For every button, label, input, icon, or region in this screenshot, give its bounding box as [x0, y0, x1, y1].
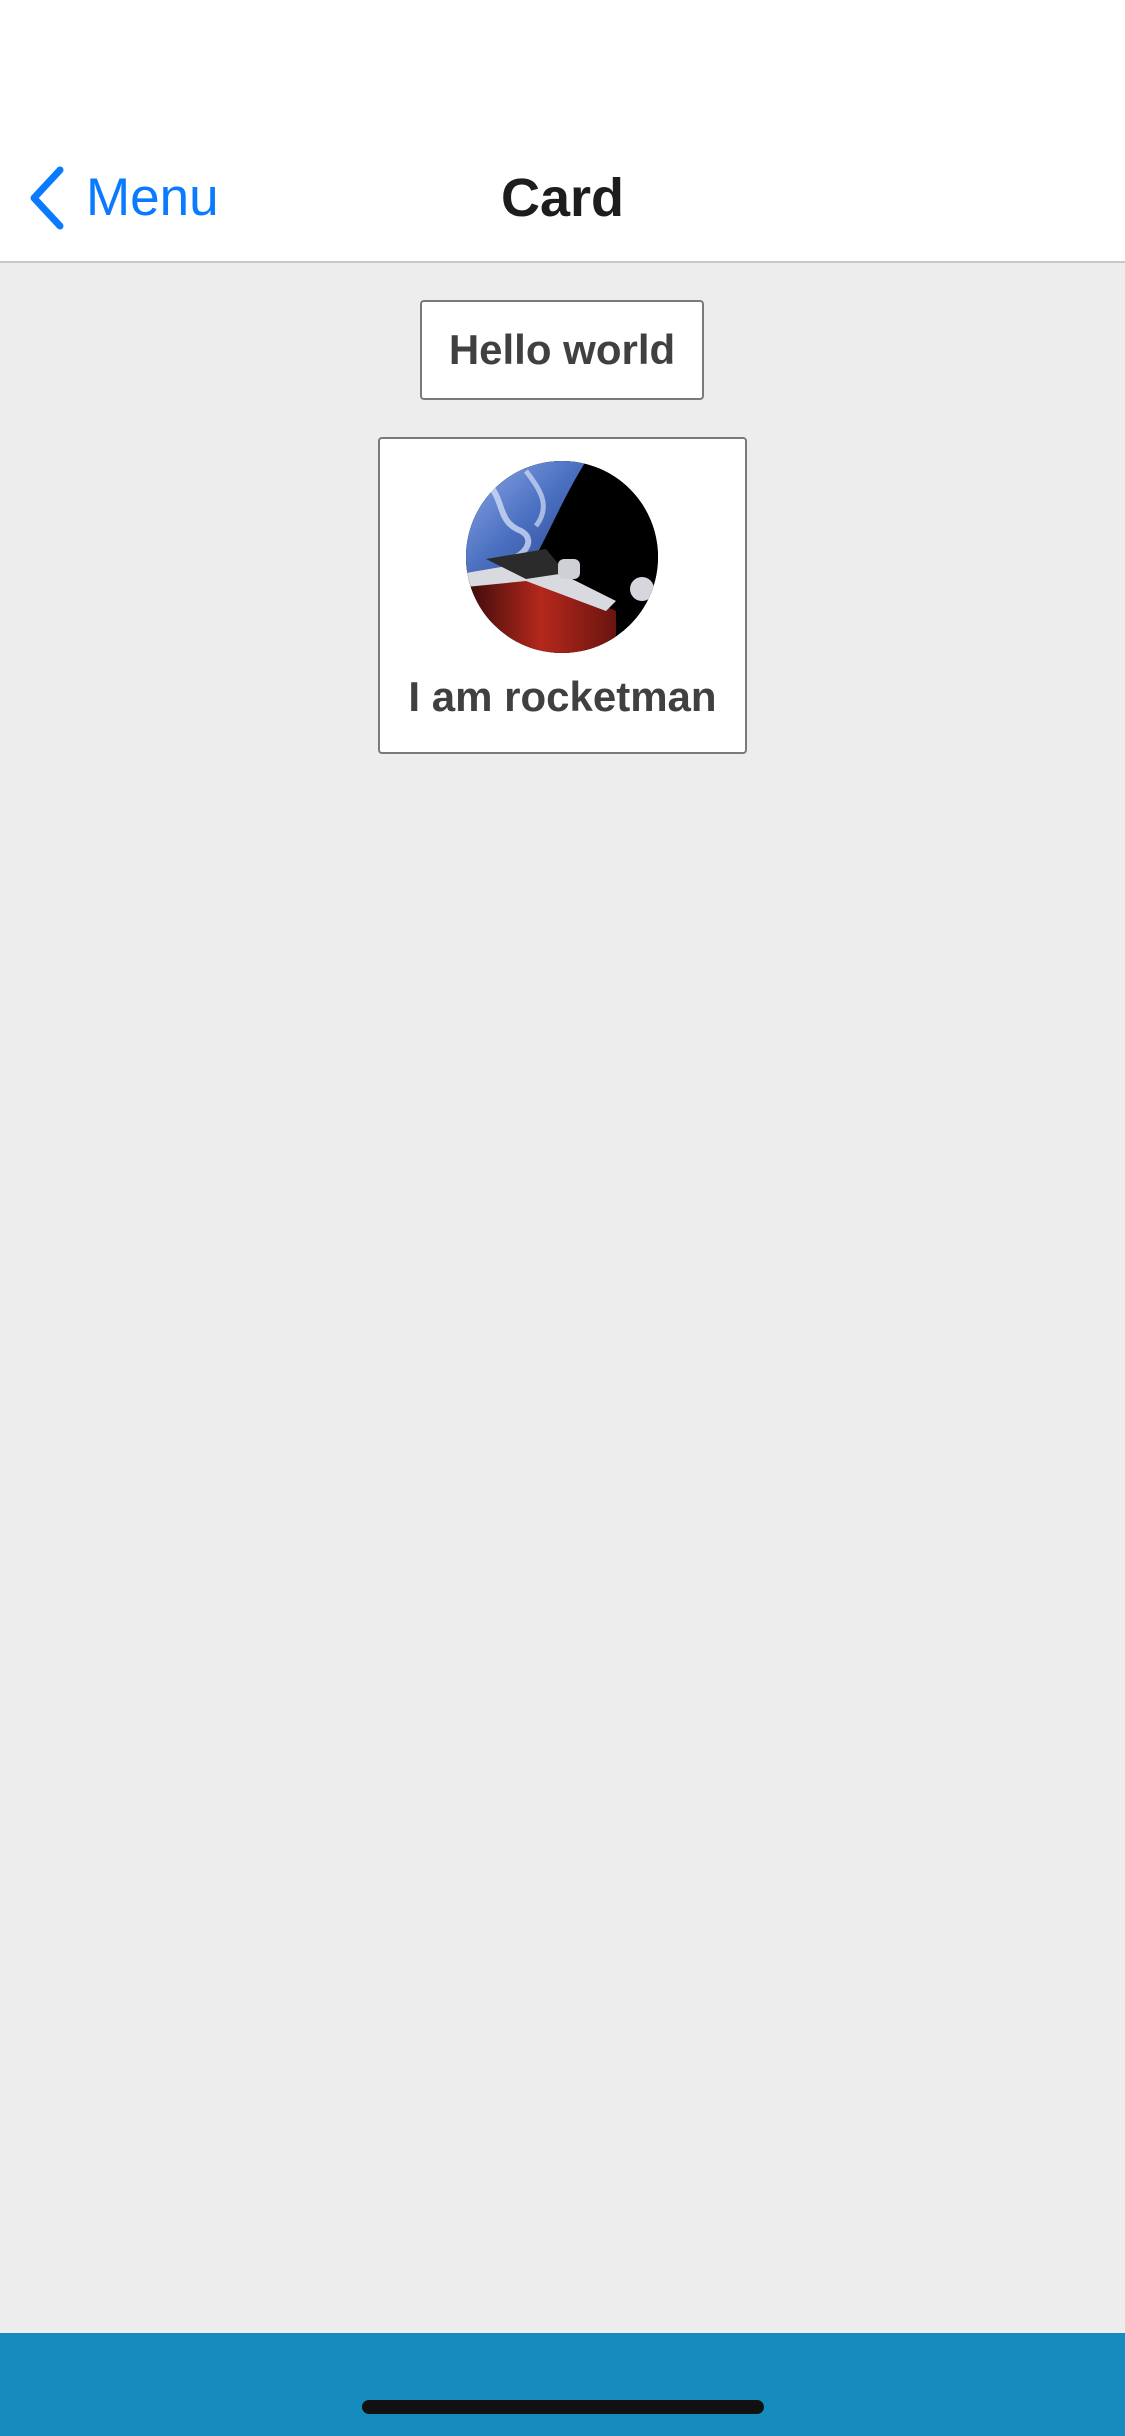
rocket-card-text: I am rocketman — [408, 673, 717, 720]
hello-card-text: Hello world — [448, 326, 676, 373]
bottom-bar — [0, 2333, 1125, 2436]
home-indicator[interactable] — [362, 2400, 764, 2414]
hello-card[interactable]: Hello world — [420, 300, 704, 400]
page-title: Card — [500, 168, 625, 228]
content-area: Hello world I am rocketman — [0, 263, 1125, 2333]
navigation-bar: Menu Card — [0, 0, 1125, 263]
rocket-card[interactable]: I am rocketman — [378, 437, 747, 754]
avatar — [466, 461, 658, 653]
